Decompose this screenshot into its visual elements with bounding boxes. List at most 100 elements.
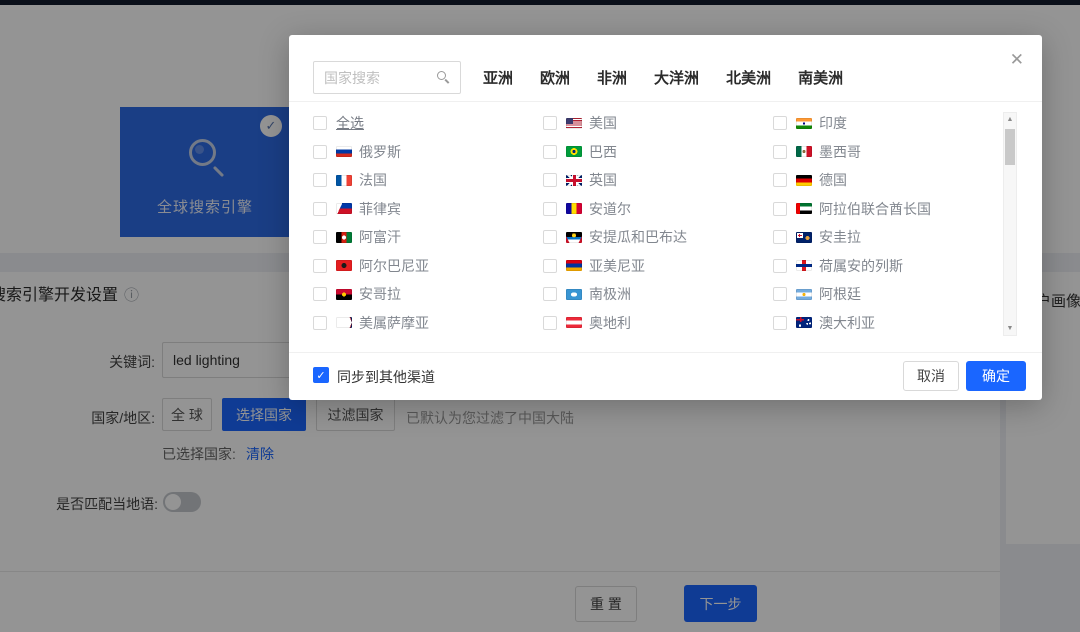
cancel-button[interactable]: 取消 — [903, 361, 959, 391]
country-row[interactable]: 阿富汗 — [313, 223, 543, 252]
country-label: 澳大利亚 — [819, 313, 875, 333]
tab-south-america[interactable]: 南美洲 — [798, 67, 843, 88]
country-row[interactable]: 俄罗斯 — [313, 138, 543, 167]
country-label: 安哥拉 — [359, 284, 401, 304]
checkbox[interactable] — [543, 202, 557, 216]
country-row[interactable]: 印度 — [773, 109, 1003, 138]
country-row[interactable]: 法国 — [313, 166, 543, 195]
country-row[interactable]: 安哥拉 — [313, 280, 543, 309]
confirm-button[interactable]: 确定 — [966, 361, 1026, 391]
checkbox[interactable] — [773, 173, 787, 187]
checkbox[interactable] — [313, 230, 327, 244]
tab-oceania[interactable]: 大洋洲 — [654, 67, 699, 88]
checkbox[interactable] — [313, 316, 327, 330]
country-label: 英国 — [589, 170, 617, 190]
checkbox[interactable] — [313, 173, 327, 187]
checkbox[interactable] — [543, 173, 557, 187]
country-column: 印度墨西哥德国阿拉伯联合酋长国安圭拉荷属安的列斯阿根廷澳大利亚 — [773, 109, 1003, 337]
ph-flag-icon — [336, 203, 352, 214]
tab-europe[interactable]: 欧洲 — [540, 67, 570, 88]
country-row[interactable]: 安提瓜和巴布达 — [543, 223, 773, 252]
header-divider — [289, 101, 1042, 102]
country-row[interactable]: 美属萨摩亚 — [313, 309, 543, 338]
check-icon: ✓ — [316, 369, 325, 382]
country-row[interactable]: 美国 — [543, 109, 773, 138]
checkbox[interactable] — [313, 287, 327, 301]
country-label: 德国 — [819, 170, 847, 190]
checkbox[interactable] — [543, 116, 557, 130]
tab-asia[interactable]: 亚洲 — [483, 67, 513, 88]
checkbox[interactable] — [773, 230, 787, 244]
search-icon — [437, 71, 446, 80]
checkbox[interactable] — [543, 287, 557, 301]
us-flag-icon — [566, 118, 582, 129]
country-label: 美属萨摩亚 — [359, 313, 429, 333]
de-flag-icon — [796, 175, 812, 186]
country-row[interactable]: 安道尔 — [543, 195, 773, 224]
checkbox[interactable] — [543, 316, 557, 330]
country-label: 美国 — [589, 113, 617, 133]
continent-tabs: 亚洲 欧洲 非洲 大洋洲 北美洲 南美洲 — [483, 61, 843, 94]
sync-checkbox-label: 同步到其他渠道 — [337, 367, 435, 387]
country-label: 墨西哥 — [819, 142, 861, 162]
country-row[interactable]: 澳大利亚 — [773, 309, 1003, 338]
country-label: 安提瓜和巴布达 — [589, 227, 687, 247]
ae-flag-icon — [796, 203, 812, 214]
country-row[interactable]: 英国 — [543, 166, 773, 195]
checkbox[interactable] — [773, 116, 787, 130]
gb-flag-icon — [566, 175, 582, 186]
checkbox[interactable] — [773, 316, 787, 330]
country-row[interactable]: 阿尔巴尼亚 — [313, 252, 543, 281]
country-row[interactable]: 奥地利 — [543, 309, 773, 338]
checkbox[interactable] — [543, 230, 557, 244]
country-row[interactable]: 南极洲 — [543, 280, 773, 309]
checkbox[interactable] — [313, 259, 327, 273]
al-flag-icon — [336, 260, 352, 271]
scroll-up-icon[interactable]: ▲ — [1004, 116, 1016, 123]
country-row[interactable]: 墨西哥 — [773, 138, 1003, 167]
country-label: 阿富汗 — [359, 227, 401, 247]
country-row[interactable]: 德国 — [773, 166, 1003, 195]
country-label: 阿尔巴尼亚 — [359, 256, 429, 276]
country-row[interactable]: 荷属安的列斯 — [773, 252, 1003, 281]
scroll-down-icon[interactable]: ▼ — [1004, 325, 1016, 332]
af-flag-icon — [336, 232, 352, 243]
au-flag-icon — [796, 317, 812, 328]
scrollbar-thumb[interactable] — [1005, 129, 1015, 165]
country-row[interactable]: 安圭拉 — [773, 223, 1003, 252]
country-label: 印度 — [819, 113, 847, 133]
checkbox[interactable] — [773, 287, 787, 301]
country-label: 俄罗斯 — [359, 142, 401, 162]
country-label: 法国 — [359, 170, 387, 190]
country-row[interactable]: 巴西 — [543, 138, 773, 167]
country-label: 全选 — [336, 113, 364, 133]
country-row[interactable]: 阿根廷 — [773, 280, 1003, 309]
country-label: 菲律宾 — [359, 199, 401, 219]
scrollbar[interactable]: ▲ ▼ — [1003, 112, 1017, 336]
checkbox[interactable] — [773, 259, 787, 273]
country-label: 阿拉伯联合酋长国 — [819, 199, 931, 219]
country-label: 荷属安的列斯 — [819, 256, 903, 276]
checkbox[interactable] — [543, 259, 557, 273]
checkbox[interactable] — [313, 116, 327, 130]
close-icon[interactable]: ✕ — [1010, 51, 1024, 68]
checkbox[interactable] — [773, 145, 787, 159]
checkbox[interactable] — [313, 145, 327, 159]
checkbox[interactable] — [773, 202, 787, 216]
in-flag-icon — [796, 118, 812, 129]
country-label: 安圭拉 — [819, 227, 861, 247]
sync-checkbox[interactable]: ✓ — [313, 367, 329, 383]
ao-flag-icon — [336, 289, 352, 300]
country-row[interactable]: 阿拉伯联合酋长国 — [773, 195, 1003, 224]
tab-north-america[interactable]: 北美洲 — [726, 67, 771, 88]
tab-africa[interactable]: 非洲 — [597, 67, 627, 88]
select-all-row[interactable]: 全选 — [313, 109, 543, 138]
mx-flag-icon — [796, 146, 812, 157]
country-row[interactable]: 菲律宾 — [313, 195, 543, 224]
country-label: 巴西 — [589, 142, 617, 162]
checkbox[interactable] — [313, 202, 327, 216]
checkbox[interactable] — [543, 145, 557, 159]
modal-footer-divider — [289, 352, 1042, 353]
country-select-modal: ✕ 亚洲 欧洲 非洲 大洋洲 北美洲 南美洲 全选俄罗斯法国菲律宾阿富汗阿尔巴尼… — [289, 35, 1042, 400]
country-row[interactable]: 亚美尼亚 — [543, 252, 773, 281]
